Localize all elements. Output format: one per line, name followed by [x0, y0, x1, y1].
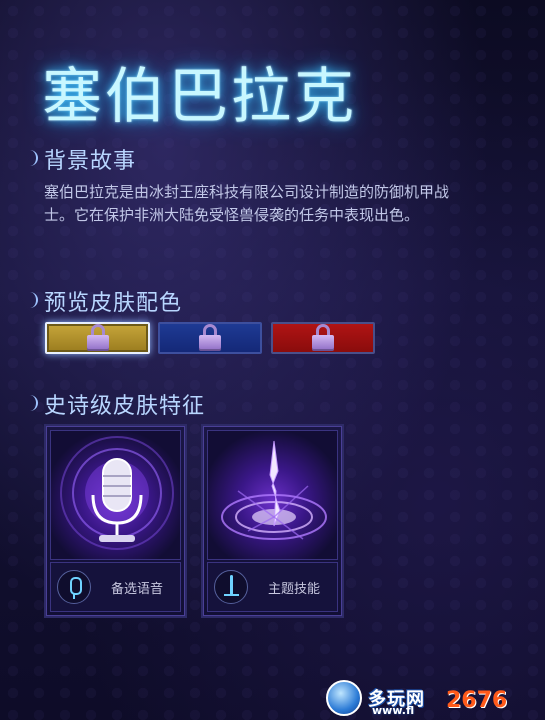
feature-card-voice[interactable]: 备选语音 [44, 424, 187, 618]
chevron-right-icon [26, 290, 38, 312]
skin-swatch-blue[interactable] [158, 322, 262, 354]
feature-card-ability[interactable]: 主题技能 [201, 424, 344, 618]
section-heading-skins: 预览皮肤配色 [26, 285, 182, 317]
section-heading-features: 史诗级皮肤特征 [26, 388, 205, 420]
feature-label: 备选语音 [111, 581, 164, 597]
section-heading-label: 史诗级皮肤特征 [44, 394, 206, 419]
watermark-number: 2676 [446, 688, 508, 713]
story-text: 塞伯巴拉克是由冰封王座科技有限公司设计制造的防御机甲战 士。它在保护非洲大陆免受… [44, 183, 450, 224]
lock-icon [312, 324, 334, 352]
feature-card-footer: 主题技能 [207, 562, 338, 612]
sword-icon [214, 570, 248, 604]
globe-logo-icon [326, 680, 362, 716]
feature-label: 主题技能 [268, 581, 321, 597]
microphone-icon [57, 570, 91, 604]
lock-icon [86, 324, 109, 352]
section-heading-label: 预览皮肤配色 [44, 291, 183, 316]
watermark-url: www.fl [372, 704, 415, 717]
section-heading-story: 背景故事 [26, 143, 136, 175]
chevron-right-icon [26, 393, 38, 415]
skin-swatch-gold[interactable] [45, 322, 150, 354]
ability-art [207, 430, 338, 560]
lock-icon [199, 324, 221, 352]
site-watermark: 多玩网 www.fl 2676 [326, 676, 545, 720]
microphone-art [50, 430, 181, 560]
feature-card-footer: 备选语音 [50, 562, 181, 612]
hero-title: 塞伯巴拉克 [42, 62, 357, 132]
section-heading-label: 背景故事 [44, 149, 137, 174]
chevron-right-icon [26, 148, 38, 170]
skin-swatch-red[interactable] [271, 322, 375, 354]
